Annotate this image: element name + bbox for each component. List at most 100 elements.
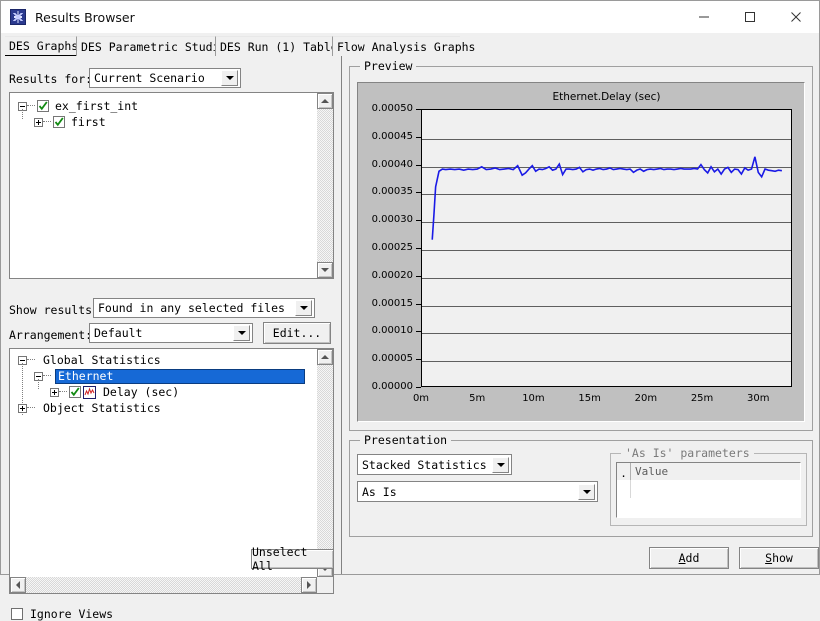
tree-connector [38, 379, 39, 389]
unselect-all-button[interactable]: Unselect All [251, 545, 334, 573]
chart-y-tick [416, 304, 421, 305]
chart-y-tick [416, 192, 421, 193]
unselect-all-label: Unselect All [252, 545, 308, 573]
minimize-icon[interactable] [681, 1, 727, 33]
scrollbar-corner [317, 577, 333, 593]
close-icon[interactable] [773, 1, 819, 33]
tree-connector [22, 109, 23, 119]
as-is-parameters-title: 'As Is' parameters [621, 446, 754, 460]
tab-label: Flow Analysis Graphs [337, 39, 476, 54]
chart-x-tick-label: 30m [747, 393, 770, 404]
tree-node-delay-sec[interactable]: Delay (sec) [50, 384, 179, 400]
scroll-right-button[interactable] [301, 577, 317, 593]
maximize-icon[interactable] [727, 1, 773, 33]
show-results-value: Found in any selected files [98, 301, 285, 315]
chart-y-tick-label: 0.00025 [371, 242, 413, 253]
arrangement-combo[interactable]: Default [89, 323, 253, 343]
tree-node-ethernet[interactable]: Ethernet [34, 368, 305, 384]
tree-connector [27, 407, 35, 409]
tree-node-label: first [71, 115, 106, 129]
tab-des-graphs[interactable]: DES Graphs [5, 36, 79, 56]
tab-strip: DES Graphs DES Parametric Studies DES Ru… [1, 33, 819, 57]
ignore-views-row[interactable]: Ignore Views [11, 607, 113, 621]
tree-node-ex-first-int[interactable]: ex_first_int [18, 98, 138, 114]
tree-node-label: Delay (sec) [103, 385, 180, 399]
label-text: Results for: [9, 72, 93, 86]
expand-plus-icon[interactable] [18, 403, 27, 413]
chart-x-tick-label: 20m [634, 393, 658, 404]
chart-x-tick-label: 25m [690, 393, 714, 404]
tab-des-parametric-studies[interactable]: DES Parametric Studies [76, 36, 233, 56]
as-is-parameters-table[interactable]: . Value [616, 462, 801, 518]
chart-y-tick [416, 331, 421, 332]
window-controls [681, 1, 819, 33]
panel-divider[interactable] [341, 56, 345, 574]
file-tree-scrollbar-vertical[interactable] [317, 93, 333, 278]
tree-node-global-statistics[interactable]: Global Statistics [18, 352, 161, 368]
table-row[interactable] [617, 480, 800, 499]
add-button-label: Add [678, 551, 700, 565]
results-browser-window: Results Browser DES Graphs DES Parametri… [0, 0, 820, 621]
results-for-combo[interactable]: Current Scenario [89, 68, 241, 88]
edit-button[interactable]: Edit... [263, 322, 331, 344]
row-dot-cell [617, 498, 631, 516]
scenario-file-tree[interactable]: ex_first_int first [9, 92, 334, 279]
ignore-views-label: Ignore Views [30, 607, 114, 621]
chart-x-tick-label: 0m [412, 393, 430, 404]
show-results-combo[interactable]: Found in any selected files [93, 298, 315, 318]
tree-node-label: Ethernet [58, 369, 114, 383]
chart-y-tick-label: 0.00035 [371, 186, 413, 198]
show-button[interactable]: Show [739, 547, 819, 569]
results-for-value: Current Scenario [94, 71, 205, 85]
chart-y-tick [416, 248, 421, 249]
expand-plus-icon[interactable] [34, 117, 43, 127]
chevron-down-icon[interactable] [233, 325, 250, 341]
chart-x-tick-label: 5m [469, 393, 486, 404]
add-button[interactable]: Add [649, 547, 729, 569]
chart-x-tick-label: 15m [578, 393, 601, 404]
table-row[interactable] [617, 498, 800, 516]
chevron-down-icon[interactable] [578, 483, 595, 500]
chart-series-line [431, 156, 783, 240]
presentation-mode-combo[interactable]: Stacked Statistics [357, 454, 512, 475]
left-panel: Results for: Current Scenario ex_first_i… [1, 56, 341, 621]
tree-node-first[interactable]: first [34, 114, 106, 130]
checkbox-checked-icon[interactable] [37, 100, 49, 112]
chart-y-tick-label: 0.00010 [371, 325, 413, 337]
chevron-down-icon[interactable] [221, 70, 238, 86]
tree-node-object-statistics[interactable]: Object Statistics [18, 400, 161, 416]
chevron-down-icon[interactable] [492, 456, 509, 473]
ignore-views-checkbox[interactable] [11, 608, 23, 620]
tab-label: DES Run (1) Tables [220, 39, 345, 54]
label-text: Show results: [9, 303, 100, 317]
scroll-left-button[interactable] [10, 577, 26, 593]
tab-flow-analysis-graphs[interactable]: Flow Analysis Graphs [332, 36, 475, 56]
statistics-tree-scrollbar-vertical[interactable] [317, 349, 333, 577]
chart-y-tick-label: 0.00015 [371, 297, 413, 309]
chevron-down-icon[interactable] [295, 300, 312, 316]
chart-y-tick-label: 0.00040 [371, 158, 413, 170]
chart-line-series [431, 156, 783, 240]
tree-connector [43, 121, 51, 123]
tree-node-label: Object Statistics [43, 401, 161, 415]
checkbox-checked-icon[interactable] [69, 386, 81, 398]
statistics-tree-scrollbar-horizontal[interactable] [10, 577, 317, 593]
show-results-label: Show results: [9, 303, 99, 317]
tab-label: DES Parametric Studies [81, 39, 234, 54]
scroll-up-button[interactable] [317, 93, 333, 109]
column-header-dot: . [617, 463, 631, 480]
edit-button-label: Edit... [272, 326, 322, 340]
presentation-filter-combo[interactable]: As Is [357, 481, 598, 502]
tab-des-run-tables[interactable]: DES Run (1) Tables [215, 36, 345, 56]
right-panel: Preview Ethernet.Delay (sec) 0.00000 0.00… [346, 56, 819, 574]
results-for-label: Results for: [9, 72, 92, 86]
preview-chart[interactable]: Ethernet.Delay (sec) 0.00000 0.00005 0.000… [357, 82, 805, 422]
tree-node-label: Global Statistics [43, 353, 161, 367]
expand-plus-icon[interactable] [50, 387, 59, 397]
tree-node-selected-highlight[interactable]: Ethernet [55, 368, 305, 384]
tree-connector [43, 375, 51, 377]
scroll-down-button[interactable] [317, 262, 333, 278]
tab-label: DES Graphs [9, 38, 79, 53]
scroll-up-button[interactable] [317, 349, 333, 365]
checkbox-checked-icon[interactable] [53, 116, 65, 128]
